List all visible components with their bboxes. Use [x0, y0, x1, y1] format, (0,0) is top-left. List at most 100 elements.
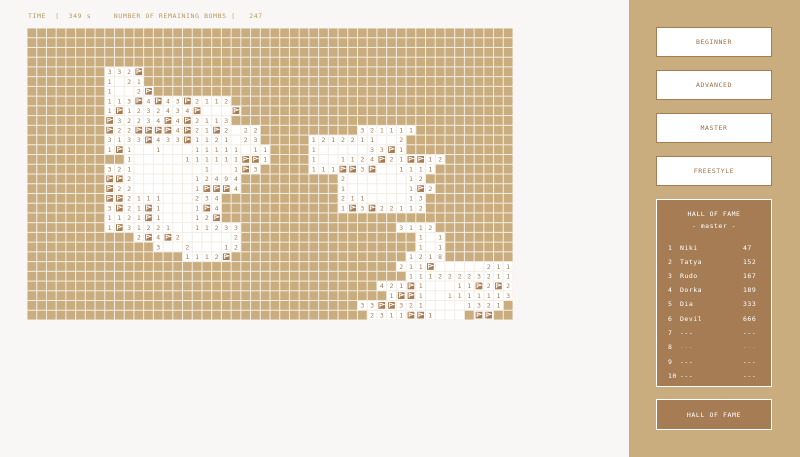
hidden-cell[interactable] — [503, 242, 513, 252]
hidden-cell[interactable] — [348, 57, 357, 67]
hidden-cell[interactable] — [27, 47, 37, 57]
hidden-cell[interactable] — [455, 155, 464, 164]
hidden-cell[interactable] — [357, 281, 367, 291]
hidden-cell[interactable] — [455, 252, 464, 262]
hidden-cell[interactable] — [426, 193, 435, 203]
hidden-cell[interactable] — [66, 252, 76, 262]
hidden-cell[interactable] — [85, 301, 95, 310]
flagged-cell[interactable] — [474, 310, 484, 320]
hidden-cell[interactable] — [95, 145, 105, 155]
empty-cell[interactable] — [163, 184, 173, 193]
hidden-cell[interactable] — [163, 38, 173, 47]
hidden-cell[interactable] — [289, 262, 299, 271]
hidden-cell[interactable] — [328, 125, 338, 135]
hidden-cell[interactable] — [309, 86, 319, 96]
number-cell[interactable]: 1 — [192, 223, 202, 232]
hidden-cell[interactable] — [192, 28, 202, 38]
hidden-cell[interactable] — [231, 77, 241, 86]
hidden-cell[interactable] — [377, 252, 387, 262]
hidden-cell[interactable] — [105, 57, 114, 67]
number-cell[interactable]: 1 — [134, 193, 144, 203]
number-cell[interactable]: 2 — [192, 96, 202, 106]
hidden-cell[interactable] — [76, 155, 85, 164]
hidden-cell[interactable] — [46, 242, 56, 252]
hidden-cell[interactable] — [494, 67, 503, 77]
hidden-cell[interactable] — [289, 301, 299, 310]
hidden-cell[interactable] — [251, 203, 260, 213]
hidden-cell[interactable] — [183, 28, 192, 38]
hidden-cell[interactable] — [37, 106, 46, 116]
hidden-cell[interactable] — [280, 67, 289, 77]
hidden-cell[interactable] — [503, 116, 513, 125]
hidden-cell[interactable] — [484, 57, 494, 67]
hidden-cell[interactable] — [192, 301, 202, 310]
hidden-cell[interactable] — [163, 301, 173, 310]
hidden-cell[interactable] — [319, 184, 328, 193]
hidden-cell[interactable] — [289, 47, 299, 57]
hidden-cell[interactable] — [183, 38, 192, 47]
hidden-cell[interactable] — [367, 47, 377, 57]
hidden-cell[interactable] — [455, 223, 464, 232]
number-cell[interactable]: 1 — [464, 291, 474, 301]
number-cell[interactable]: 1 — [134, 213, 144, 223]
hidden-cell[interactable] — [319, 301, 328, 310]
hidden-cell[interactable] — [260, 28, 270, 38]
number-cell[interactable]: 2 — [212, 135, 221, 145]
hidden-cell[interactable] — [464, 203, 474, 213]
hidden-cell[interactable] — [503, 86, 513, 96]
hidden-cell[interactable] — [348, 223, 357, 232]
hidden-cell[interactable] — [37, 86, 46, 96]
hidden-cell[interactable] — [37, 77, 46, 86]
hidden-cell[interactable] — [367, 57, 377, 67]
number-cell[interactable]: 3 — [144, 106, 153, 116]
hidden-cell[interactable] — [445, 28, 455, 38]
empty-cell[interactable] — [163, 164, 173, 174]
empty-cell[interactable] — [445, 301, 455, 310]
hidden-cell[interactable] — [27, 184, 37, 193]
hidden-cell[interactable] — [309, 125, 319, 135]
hidden-cell[interactable] — [95, 28, 105, 38]
hidden-cell[interactable] — [241, 193, 251, 203]
hidden-cell[interactable] — [503, 223, 513, 232]
number-cell[interactable]: 4 — [173, 125, 183, 135]
hidden-cell[interactable] — [221, 38, 231, 47]
hidden-cell[interactable] — [357, 223, 367, 232]
hidden-cell[interactable] — [221, 281, 231, 291]
empty-cell[interactable] — [387, 135, 396, 145]
hidden-cell[interactable] — [387, 86, 396, 96]
flagged-cell[interactable] — [105, 193, 114, 203]
hidden-cell[interactable] — [455, 96, 464, 106]
hidden-cell[interactable] — [387, 28, 396, 38]
number-cell[interactable]: 3 — [173, 135, 183, 145]
hidden-cell[interactable] — [328, 77, 338, 86]
hidden-cell[interactable] — [56, 310, 66, 320]
hidden-cell[interactable] — [348, 291, 357, 301]
flagged-cell[interactable] — [202, 203, 212, 213]
number-cell[interactable]: 1 — [192, 203, 202, 213]
number-cell[interactable]: 3 — [251, 135, 260, 145]
hidden-cell[interactable] — [163, 310, 173, 320]
hidden-cell[interactable] — [105, 262, 114, 271]
hidden-cell[interactable] — [357, 96, 367, 106]
hidden-cell[interactable] — [474, 86, 484, 96]
hidden-cell[interactable] — [124, 252, 134, 262]
hidden-cell[interactable] — [56, 38, 66, 47]
hidden-cell[interactable] — [494, 96, 503, 106]
hidden-cell[interactable] — [464, 86, 474, 96]
number-cell[interactable]: 1 — [357, 135, 367, 145]
hidden-cell[interactable] — [105, 291, 114, 301]
number-cell[interactable]: 1 — [416, 301, 426, 310]
hidden-cell[interactable] — [37, 125, 46, 135]
hidden-cell[interactable] — [319, 203, 328, 213]
number-cell[interactable]: 1 — [406, 164, 416, 174]
hidden-cell[interactable] — [387, 116, 396, 125]
hidden-cell[interactable] — [114, 232, 124, 242]
hall-of-fame-button[interactable]: HALL OF FAME — [656, 399, 772, 430]
hidden-cell[interactable] — [484, 203, 494, 213]
number-cell[interactable]: 1 — [105, 96, 114, 106]
hidden-cell[interactable] — [503, 57, 513, 67]
hidden-cell[interactable] — [260, 106, 270, 116]
hidden-cell[interactable] — [484, 86, 494, 96]
hidden-cell[interactable] — [464, 310, 474, 320]
hidden-cell[interactable] — [319, 213, 328, 223]
